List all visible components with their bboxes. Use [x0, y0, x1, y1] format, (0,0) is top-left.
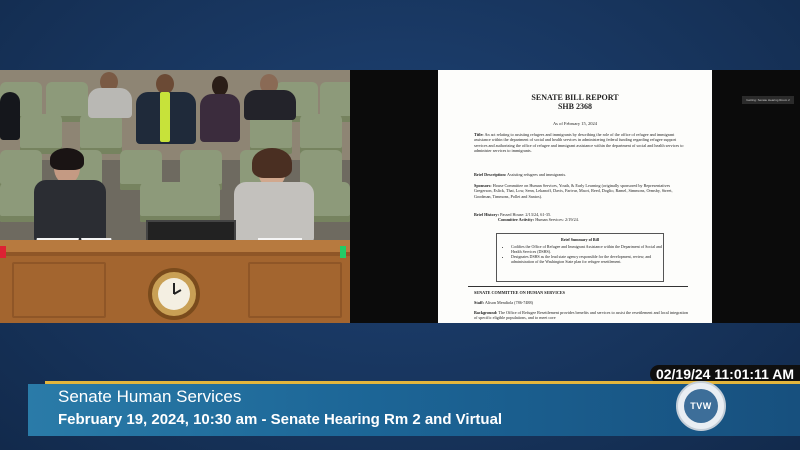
mic-light — [340, 246, 346, 258]
hearing-video-feed — [0, 70, 350, 323]
shared-document-panel: SENATE BILL REPORT SHB 2368 As of Februa… — [350, 70, 800, 323]
report-date: As of February 15, 2024 — [552, 121, 598, 126]
committee-name: Senate Human Services — [58, 387, 242, 406]
section-staff: Staff: Alison Mendiola (786-7488) — [474, 300, 533, 305]
brief-summary-box: Brief Summary of Bill Codifies the Offic… — [496, 233, 664, 282]
bill-number: SHB 2368 — [557, 102, 592, 111]
section-divider — [468, 286, 688, 287]
section-brief-history: Brief History: Passed House: 2/13/24, 61… — [474, 212, 579, 223]
section-brief-description: Brief Description: Assisting refugees an… — [474, 172, 567, 177]
report-title: SENATE BILL REPORT — [531, 93, 619, 102]
session-details: February 19, 2024, 10:30 am - Senate Hea… — [58, 411, 503, 428]
tvw-logo: TVW — [676, 381, 726, 431]
brief-summary-heading: Brief Summary of Bill — [561, 237, 599, 242]
section-sponsors: Sponsors: House Committee on Human Servi… — [474, 183, 673, 199]
section-background: Background: The Office of Refugee Resett… — [474, 310, 688, 321]
committee-heading: SENATE COMMITTEE ON HUMAN SERVICES — [474, 290, 565, 295]
summary-bullet: Codifies the Office of Refugee and Immig… — [511, 244, 663, 254]
witness-table-top — [0, 240, 350, 252]
section-title: Title: An act relating to assisting refu… — [474, 132, 684, 154]
participant-thumbnail: Getting: Senate Hearing Room 2 — [742, 96, 794, 104]
summary-bullet: Designates DSHS as the lead state agency… — [511, 254, 663, 264]
tvw-logo-text: TVW — [690, 401, 712, 411]
wall-clock — [148, 268, 200, 320]
mic-light — [0, 246, 6, 258]
senate-bill-report-page: SENATE BILL REPORT SHB 2368 As of Februa… — [438, 70, 712, 323]
